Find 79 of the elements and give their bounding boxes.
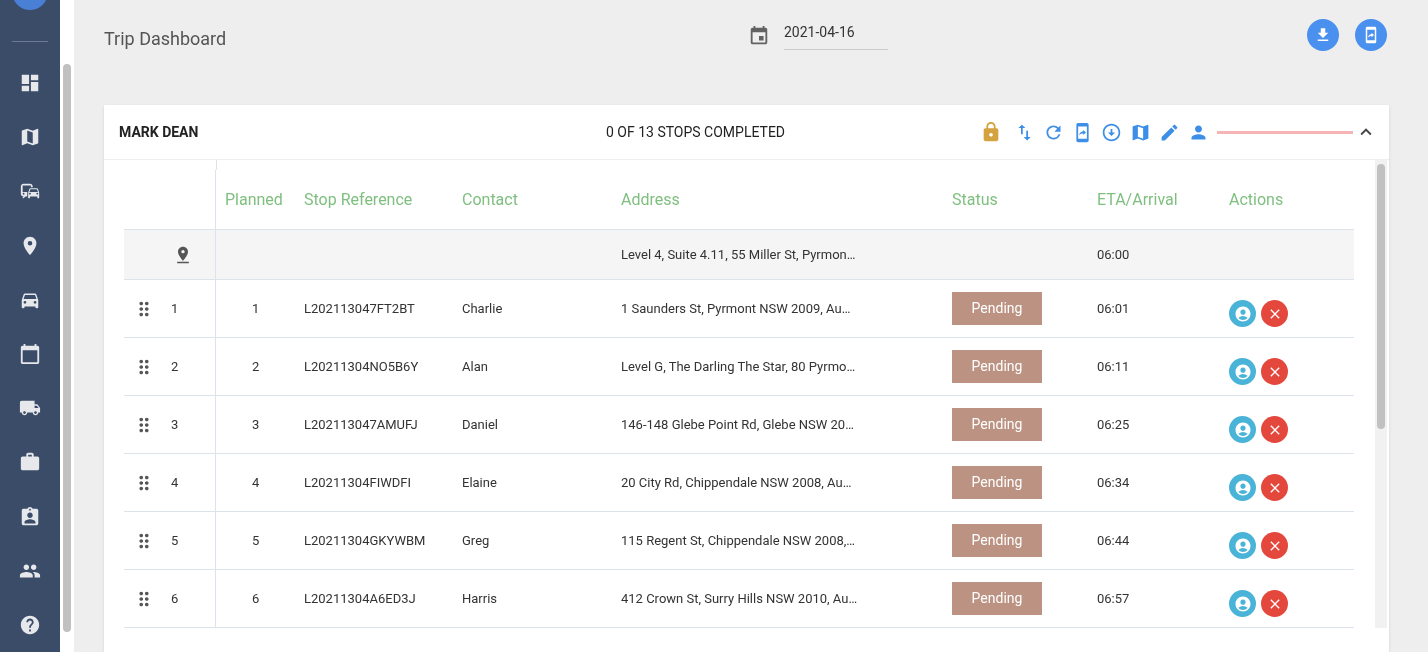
contact-cell-text: Harris [461,589,499,608]
eta-cell-text: 06:25 [1096,415,1131,434]
page-title: Trip Dashboard [104,27,228,51]
person-icon [1233,420,1252,439]
address-cell-text: 146-148 Glebe Point Rd, Glebe NSW 20… [620,415,855,434]
assign-driver-button[interactable] [1229,474,1256,501]
status-badge: Pending [952,524,1042,557]
column-header: Stop Reference [304,188,413,211]
contact-cell-text: Elaine [461,473,498,492]
remove-button[interactable] [1261,358,1288,385]
reference-cell-text: L20211304FIWDFI [303,473,412,492]
planned-cell-text: 5 [251,531,261,550]
column-header: ETA/Arrival [1097,188,1178,211]
scrollbar[interactable] [1377,164,1385,429]
download-button[interactable] [1307,19,1339,51]
stop-index: 2 [171,357,179,376]
stop-index: 4 [171,473,179,492]
status-badge: Pending [952,350,1042,383]
status-badge: Pending [952,582,1042,615]
remove-button[interactable] [1261,300,1288,327]
contact-cell-text: Alan [461,357,489,376]
stop-index: 6 [171,589,179,608]
download-circle-icon[interactable] [1101,121,1122,143]
contact-cell-text: Daniel [461,415,499,434]
calendar-icon [748,25,770,47]
address-cell-text: 1 Saunders St, Pyrmont NSW 2009, Au… [620,299,852,318]
reference-cell-text: L20211304GKYWBM [303,531,427,550]
reference-cell-text: L202113047AMUFJ [303,415,419,434]
person-icon [1233,536,1252,555]
column-header: Contact [462,188,518,211]
contact-cell-text: Charlie [461,299,504,318]
address-cell-text: 412 Crown St, Surry Hills NSW 2010, Au… [620,589,859,608]
assign-driver-button[interactable] [1229,416,1256,443]
depot-address: Level 4, Suite 4.11, 55 Miller St, Pyrmon… [620,245,857,264]
column-header: Status [952,188,998,211]
column-header: Address [621,188,680,211]
reference-cell-text: L20211304NO5B6Y [303,357,420,376]
planned-cell-text: 4 [251,473,261,492]
eta-cell-text: 06:11 [1096,357,1131,376]
assign-driver-button[interactable] [1229,590,1256,617]
person-icon [1233,304,1252,323]
eta-cell-text: 06:01 [1096,299,1131,318]
assign-driver-button[interactable] [1229,358,1256,385]
stop-index: 1 [171,299,179,318]
assign-driver-button[interactable] [1229,532,1256,559]
reference-cell-text: L20211304A6ED3J [303,589,417,608]
address-cell-text: 115 Regent St, Chippendale NSW 2008,… [620,531,857,550]
eta-cell-text: 06:57 [1096,589,1131,608]
remove-button[interactable] [1261,590,1288,617]
driver-name: MARK DEAN [119,122,200,142]
eta-cell-text: 06:44 [1096,531,1131,550]
status-badge: Pending [952,292,1042,325]
column-header: Actions [1229,188,1284,211]
phone-share-button[interactable] [1355,19,1387,51]
status-badge: Pending [952,408,1042,441]
column-header: Planned [225,188,283,211]
stops-summary: 0 OF 13 STOPS COMPLETED [606,122,787,142]
stop-index: 3 [171,415,179,434]
depot-eta: 06:00 [1096,245,1130,264]
person-icon [1233,594,1252,613]
planned-cell-text: 2 [251,357,261,376]
assign-driver-button[interactable] [1229,300,1256,327]
person-icon [1233,478,1252,497]
stop-index: 5 [171,531,179,550]
planned-cell-text: 1 [251,299,261,318]
address-cell-text: 20 City Rd, Chippendale NSW 2008, Au… [620,473,853,492]
planned-cell-text: 3 [251,415,261,434]
status-badge: Pending [952,466,1042,499]
remove-button[interactable] [1261,416,1288,443]
eta-cell-text: 06:34 [1096,473,1131,492]
date-field[interactable]: 2021-04-16 [784,22,888,50]
remove-button[interactable] [1261,474,1288,501]
person-icon [1233,362,1252,381]
planned-cell-text: 6 [251,589,261,608]
contact-cell-text: Greg [461,531,491,550]
address-cell-text: Level G, The Darling The Star, 80 Pyrmo… [620,357,857,376]
reference-cell-text: L202113047FT2BT [303,299,416,318]
remove-button[interactable] [1261,532,1288,559]
scrollbar[interactable] [63,64,71,632]
